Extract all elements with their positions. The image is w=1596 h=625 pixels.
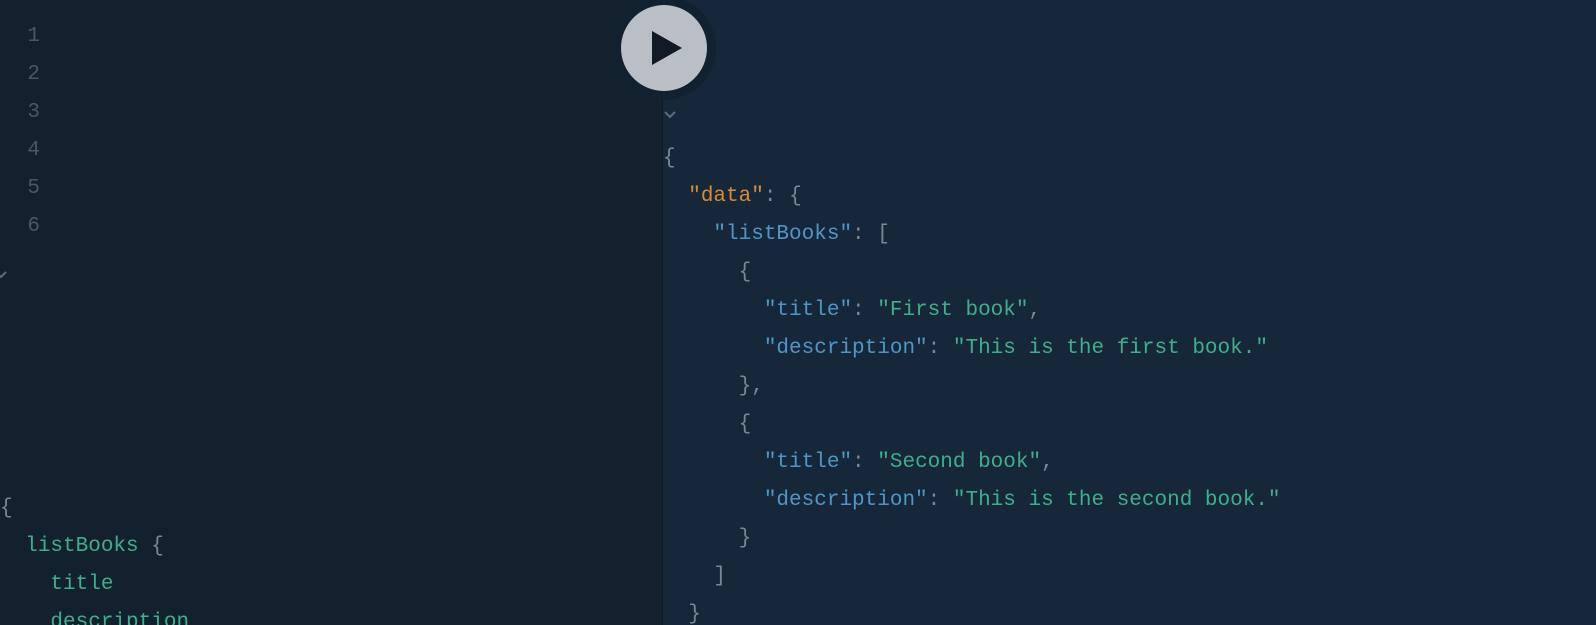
fold-toggle[interactable]	[0, 254, 20, 292]
line-number: 2	[0, 56, 52, 94]
code-line: {	[663, 254, 1596, 292]
response-viewer[interactable]: { "data": { "listBooks": [ { "title": "F…	[663, 132, 1596, 625]
query-editor-pane: 1 2 3 4 5 6 { listBooks { title descript…	[0, 0, 662, 625]
code-line: "description": "This is the first book."	[663, 330, 1596, 368]
line-number: 5	[0, 170, 52, 208]
line-number: 3	[0, 94, 52, 132]
code-line: }	[663, 596, 1596, 625]
code-line: {	[663, 406, 1596, 444]
code-line: "listBooks": [	[663, 216, 1596, 254]
code-line: ]	[663, 558, 1596, 596]
code-line: listBooks {	[0, 528, 662, 566]
response-pane: { "data": { "listBooks": [ { "title": "F…	[662, 0, 1596, 625]
fold-gutter	[0, 246, 20, 482]
line-number: 4	[0, 132, 52, 170]
play-icon	[621, 5, 707, 91]
code-line: {	[0, 490, 662, 528]
run-query-button[interactable]	[612, 0, 716, 100]
code-line: "title": "First book",	[663, 292, 1596, 330]
code-line: "description": "This is the second book.…	[663, 482, 1596, 520]
line-number: 1	[0, 18, 52, 56]
code-line: "title": "Second book",	[663, 444, 1596, 482]
line-number: 6	[0, 208, 52, 246]
code-line: },	[663, 368, 1596, 406]
code-line: }	[663, 520, 1596, 558]
line-number-gutter: 1 2 3 4 5 6	[0, 10, 52, 246]
graphql-playground: 1 2 3 4 5 6 { listBooks { title descript…	[0, 0, 1596, 625]
code-line: description	[0, 604, 662, 625]
query-editor[interactable]: { listBooks { title description } }	[0, 482, 662, 625]
code-line: title	[0, 566, 662, 604]
code-line: "data": {	[663, 178, 1596, 216]
fold-toggle[interactable]	[669, 94, 691, 132]
code-line: {	[663, 140, 1596, 178]
